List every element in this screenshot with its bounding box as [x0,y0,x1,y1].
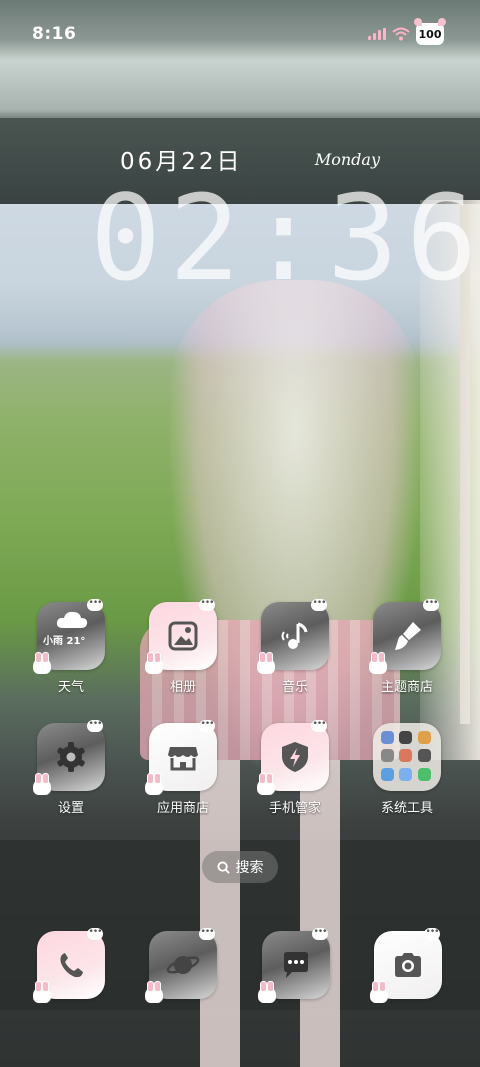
more-dots-icon: ••• [87,720,103,732]
app-store[interactable]: ••• 应用商店 [128,720,238,833]
themes-tile: ••• [369,599,441,674]
signal-icon [368,28,386,40]
app-themes[interactable]: ••• 主题商店 [352,599,462,712]
phone-icon [60,953,83,978]
cloud-icon [56,611,88,628]
battery-indicator: 100 [414,18,446,45]
app-phone-manager[interactable]: ••• 手机管家 [240,720,350,833]
paintbrush-icon [395,622,421,650]
folder-grid [381,731,433,783]
app-label: 设置 [57,801,84,816]
camera-icon [395,953,421,977]
bunny-badge-icon [33,773,51,795]
store-icon [168,747,198,771]
app-label: 系统工具 [380,801,433,816]
app-music[interactable]: ••• 音乐 [240,599,350,712]
app-label: 应用商店 [156,801,209,816]
bunny-badge-icon [257,773,275,795]
bunny-badge-icon [257,652,275,674]
planet-icon [166,956,200,974]
weather-tile: 小雨 21° ••• [33,599,105,674]
status-time: 8:16 [32,24,77,44]
app-label: 主题商店 [380,680,433,695]
more-dots-icon: ••• [199,720,215,732]
bunny-badge-icon [33,981,51,1003]
more-dots-icon: ••• [199,599,215,611]
more-dots-icon: ••• [87,928,103,940]
app-gallery[interactable]: ••• 相册 [128,599,238,712]
bunny-badge-icon [369,652,387,674]
more-dots-icon: ••• [87,599,103,611]
more-dots-icon: ••• [311,720,327,732]
bunny-badge-icon [145,773,163,795]
weekday-label: Monday [314,149,380,169]
search-button[interactable]: 搜索 [202,851,278,883]
more-dots-icon: ••• [423,599,439,611]
more-dots-icon: ••• [199,928,215,940]
phone-manager-tile: ••• [257,720,329,795]
wifi-icon [392,27,410,41]
gear-icon [57,742,85,772]
settings-tile: ••• [33,720,105,795]
camera-tile: ••• [370,928,442,1003]
search-label: 搜索 [235,860,264,876]
chat-bubble-icon [284,952,308,978]
clock-time: 02:36 [90,169,480,307]
messages-tile: ••• [258,928,330,1003]
status-icons: 100 [368,18,446,45]
search-icon [216,860,230,874]
bunny-badge-icon [33,652,51,674]
app-label: 音乐 [281,680,308,695]
dock-phone[interactable]: ••• [33,928,105,1003]
more-dots-icon: ••• [312,928,328,940]
bunny-badge-icon [370,981,388,1003]
more-dots-icon: ••• [311,599,327,611]
bunny-badge-icon [258,981,276,1003]
app-label: 手机管家 [268,801,321,816]
dock-browser[interactable]: ••• [145,928,217,1003]
dock-camera[interactable]: ••• [370,928,442,1003]
app-weather[interactable]: 小雨 21° ••• 天气 [16,599,126,712]
app-settings[interactable]: ••• 设置 [16,720,126,833]
music-tile: ••• [257,599,329,674]
gallery-tile: ••• [145,599,217,674]
dock-messages[interactable]: ••• [258,928,330,1003]
phone-tile: ••• [33,928,105,1003]
app-system-tools[interactable]: 系统工具 [352,723,462,833]
app-label: 天气 [57,680,84,695]
photo-icon [168,621,198,651]
bunny-badge-icon [145,981,163,1003]
bunny-badge-icon [145,652,163,674]
store-tile: ••• [145,720,217,795]
shield-icon [282,742,308,772]
music-note-icon [281,622,308,649]
browser-tile: ••• [145,928,217,1003]
more-dots-icon: ••• [424,928,440,940]
weather-text: 小雨 21° [43,636,86,647]
app-label: 相册 [169,680,196,695]
status-bar: 8:16 100 [0,0,480,68]
folder-icon [373,723,441,791]
